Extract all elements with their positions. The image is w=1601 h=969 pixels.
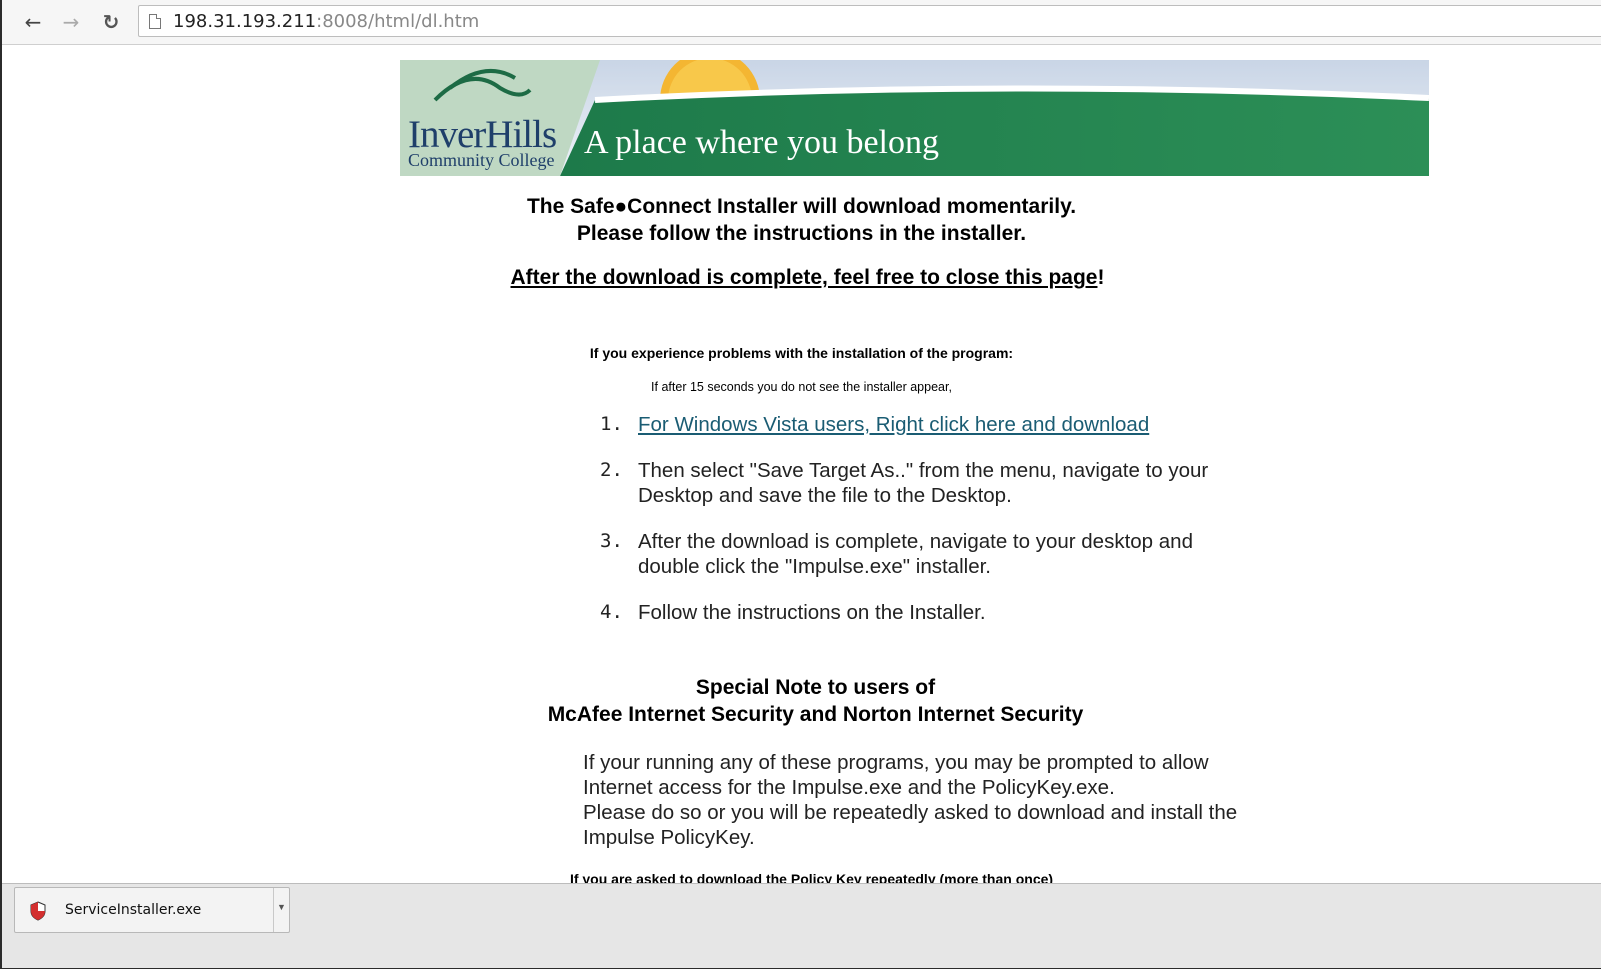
college-banner: InverHills Community College A place whe… [400, 60, 1429, 176]
close-page-text: After the download is complete, feel fre… [8, 266, 1601, 290]
download-item-divider [273, 888, 274, 932]
list-number: 1. [600, 413, 623, 435]
problems-heading: If you experience problems with the inst… [589, 345, 1014, 361]
shield-icon [30, 901, 46, 921]
list-item-text: Then select "Save Target As.." from the … [638, 459, 1209, 507]
special-note-paragraph: If your running any of these programs, y… [583, 750, 1243, 850]
heading-follow: Please follow the instructions in the in… [576, 222, 1027, 245]
download-filename: ServiceInstaller.exe [65, 902, 202, 918]
browser-toolbar: ← → ↻ 198.31.193.211:8008/html/dl.htm [2, 0, 1601, 45]
problems-subtext: If after 15 seconds you do not see the i… [651, 380, 952, 394]
list-number: 2. [600, 459, 623, 481]
download-menu-chevron-icon[interactable]: ▼ [277, 902, 286, 912]
back-arrow-icon[interactable]: ← [20, 9, 46, 35]
reload-icon[interactable]: ↻ [98, 9, 124, 35]
college-logo-subtext: Community College [408, 150, 555, 170]
url-path: :8008/html/dl.htm [316, 11, 480, 32]
instructions-list: 1. For Windows Vista users, Right click h… [600, 412, 1240, 646]
list-item: 1. For Windows Vista users, Right click h… [600, 412, 1240, 437]
banner-tagline: A place where you belong [584, 124, 939, 161]
page-icon [149, 14, 161, 29]
policy-key-text: If you are asked to download the Policy … [569, 871, 1054, 883]
url-text[interactable]: 198.31.193.211:8008/html/dl.htm [173, 11, 479, 32]
special-note-heading: Special Note to users of [695, 676, 936, 699]
list-number: 4. [600, 601, 623, 623]
close-page-exclaim: ! [1097, 266, 1105, 289]
list-item-text: Follow the instructions on the Installer… [638, 601, 986, 624]
list-item: 2. Then select "Save Target As.." from th… [600, 458, 1240, 508]
paragraph-line: If your running any of these programs, y… [583, 751, 1209, 799]
list-number: 3. [600, 530, 623, 552]
download-shelf: ServiceInstaller.exe ▼ [2, 883, 1601, 968]
browser-window: ← → ↻ 198.31.193.211:8008/html/dl.htm In… [0, 0, 1601, 969]
url-host: 198.31.193.211 [173, 11, 317, 32]
close-page-underlined: After the download is complete, feel fre… [510, 266, 1098, 289]
page-content: InverHills Community College A place whe… [2, 45, 1601, 883]
special-note-subheading: McAfee Internet Security and Norton Inte… [547, 703, 1084, 726]
download-item[interactable]: ServiceInstaller.exe ▼ [14, 887, 290, 933]
forward-arrow-icon[interactable]: → [58, 9, 84, 35]
list-item-text: After the download is complete, navigate… [638, 530, 1193, 578]
list-item: 4. Follow the instructions on the Install… [600, 600, 1240, 625]
list-item: 3. After the download is complete, naviga… [600, 529, 1240, 579]
heading-download: The Safe●Connect Installer will download… [526, 195, 1077, 218]
address-bar[interactable]: 198.31.193.211:8008/html/dl.htm [138, 5, 1601, 37]
vista-download-link[interactable]: For Windows Vista users, Right click her… [638, 413, 1149, 436]
paragraph-line: Please do so or you will be repeatedly a… [583, 801, 1238, 849]
